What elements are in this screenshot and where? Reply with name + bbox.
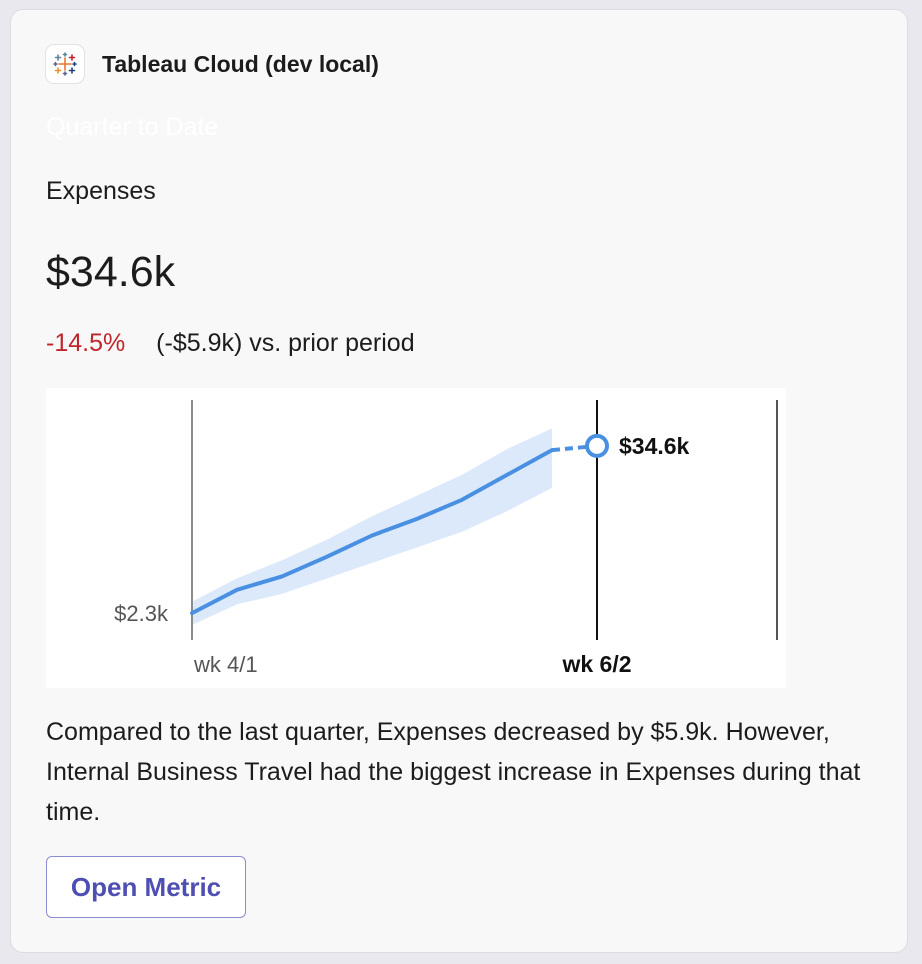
confidence-band — [192, 428, 552, 625]
comparison-text: (-$5.9k) vs. prior period — [156, 329, 415, 357]
x-tick-label-start: wk 4/1 — [193, 652, 258, 677]
x-tick-label-end: wk 6/2 — [561, 651, 631, 677]
trend-chart-svg: $2.3k $34.6k wk 4/1 wk 6/2 — [114, 400, 778, 677]
summary-text: Compared to the last quarter, Expenses d… — [46, 718, 861, 826]
metric-value: $34.6k — [46, 248, 176, 296]
comparison-row: -14.5% (-$5.9k) vs. prior period — [46, 329, 415, 358]
metric-card: Tableau Cloud (dev local) Quarter to Dat… — [11, 10, 907, 952]
tableau-logo-icon — [46, 45, 84, 83]
metric-name: Expenses — [46, 177, 156, 205]
app-name: Tableau Cloud (dev local) — [102, 50, 379, 77]
timeframe-label: Quarter to Date — [46, 113, 219, 141]
end-value-label: $34.6k — [619, 433, 690, 459]
card-header: Tableau Cloud (dev local) — [46, 45, 379, 83]
start-value-label: $2.3k — [114, 601, 169, 626]
trend-chart: $2.3k $34.6k wk 4/1 wk 6/2 — [46, 388, 786, 688]
open-metric-button[interactable]: Open Metric — [46, 856, 246, 918]
percent-change: -14.5% — [46, 329, 126, 357]
current-value-point — [585, 433, 609, 458]
